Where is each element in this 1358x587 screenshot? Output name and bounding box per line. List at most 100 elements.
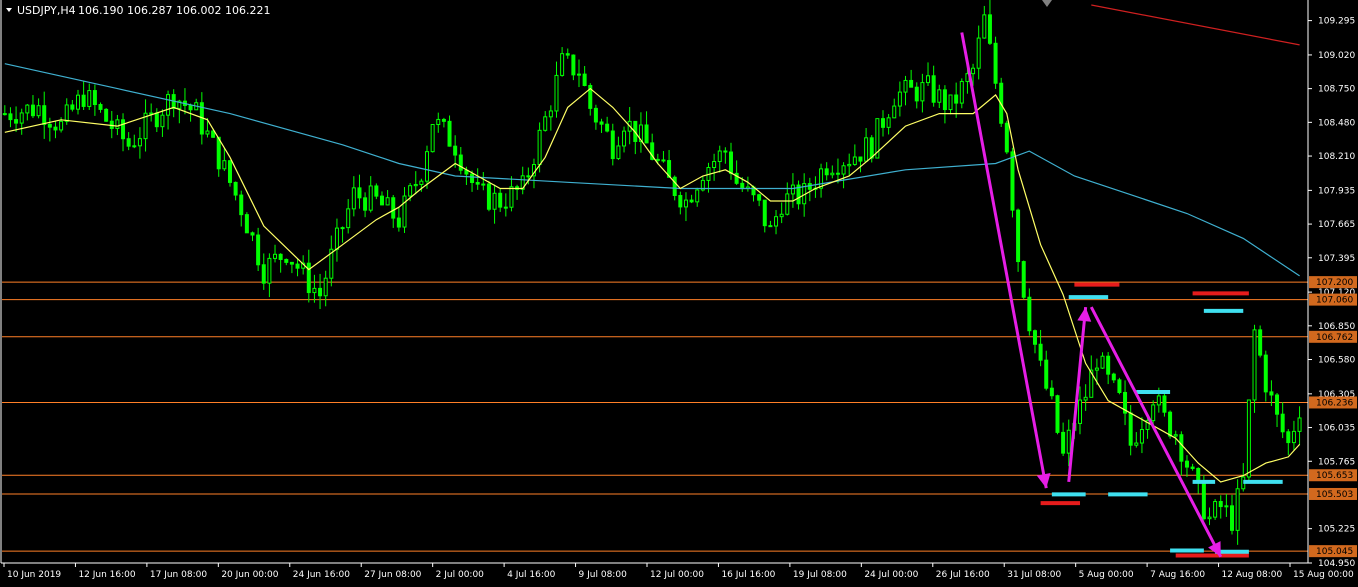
candle-body: [858, 156, 863, 162]
candle-body: [256, 234, 261, 266]
price-tick-label: 106.850: [1318, 322, 1355, 332]
candle-body: [357, 187, 362, 199]
candle-body: [137, 138, 142, 147]
candle-body: [1049, 387, 1054, 397]
candle-body: [425, 151, 430, 182]
candle-body: [30, 104, 35, 117]
candle-body: [774, 216, 779, 227]
candle-body: [363, 197, 368, 211]
candle-body: [261, 264, 266, 284]
candle-body: [582, 73, 587, 86]
candle-body: [458, 154, 463, 171]
price-tick-label: 106.580: [1318, 356, 1355, 366]
candle-body: [126, 138, 131, 147]
time-tick-label: 12 Jun 16:00: [78, 570, 135, 580]
candle-body: [993, 42, 998, 84]
candle-body: [1246, 399, 1251, 478]
price-tick-label: 107.665: [1318, 220, 1355, 230]
candle-body: [318, 287, 323, 297]
candle-body: [661, 159, 666, 162]
candle-body: [98, 104, 103, 110]
candle-body: [1291, 430, 1296, 444]
candle-body: [295, 263, 300, 269]
candle-body: [1213, 501, 1218, 518]
candle-body: [599, 121, 604, 125]
candle-body: [47, 123, 52, 128]
candle-body: [959, 80, 964, 104]
candle-body: [244, 214, 249, 234]
candle-body: [486, 183, 491, 210]
candle-body: [1078, 399, 1083, 424]
price-tick-label: 105.225: [1318, 525, 1355, 535]
chart-header: USDJPY,H4 106.190 106.287 106.002 106.22…: [6, 0, 1052, 17]
candle-body: [537, 129, 542, 166]
candle-body: [1066, 429, 1071, 454]
price-tick-label: 105.765: [1318, 457, 1355, 467]
candle-body: [1275, 394, 1280, 415]
candle-body: [1162, 395, 1167, 413]
candle-body: [920, 82, 925, 102]
candle-body: [81, 94, 86, 107]
candle-body: [470, 173, 475, 183]
candle-body: [926, 75, 931, 84]
candle-body: [644, 124, 649, 144]
candle-body: [87, 90, 92, 107]
time-tick-label: 4 Jul 16:00: [507, 570, 556, 580]
dropdown-triangle-icon[interactable]: [6, 8, 12, 12]
trend-arrow-line: [1089, 306, 1223, 558]
candle-body: [498, 192, 503, 208]
candle-body: [340, 227, 345, 230]
candle-body: [1106, 355, 1111, 375]
candle-body: [346, 208, 351, 229]
chart-title: USDJPY,H4: [17, 4, 76, 17]
shift-marker-icon[interactable]: [1042, 0, 1052, 7]
candle-body: [160, 114, 165, 128]
candle-body: [1010, 151, 1015, 211]
candle-body: [971, 67, 976, 75]
candles: [2, 0, 1302, 545]
candle-body: [672, 176, 677, 196]
price-tick-label: 107.395: [1318, 254, 1355, 264]
candle-body: [1258, 329, 1263, 356]
time-tick-label: 17 Jun 08:00: [150, 570, 207, 580]
candle-body: [14, 119, 19, 124]
candle-body: [847, 163, 852, 167]
candle-body: [441, 118, 446, 122]
candle-body: [205, 130, 210, 135]
time-tick-label: 31 Jul 08:00: [1007, 570, 1061, 580]
candle-body: [492, 192, 497, 210]
candle-body: [273, 253, 278, 259]
candle-body: [565, 53, 570, 56]
candle-body: [42, 105, 47, 125]
candle-body: [543, 116, 548, 131]
candle-body: [976, 37, 981, 69]
price-tick-label: 109.295: [1318, 17, 1355, 27]
price-level-label: 107.060: [1316, 296, 1353, 306]
candle-body: [655, 158, 660, 161]
candle-body: [678, 194, 683, 208]
candle-body: [982, 14, 987, 39]
candle-body: [1218, 501, 1223, 508]
candle-body: [841, 165, 846, 175]
candle-body: [379, 195, 384, 206]
candle-body: [830, 172, 835, 176]
candle-body: [548, 110, 553, 118]
candle-body: [897, 91, 902, 107]
time-tick-label: 24 Jul 00:00: [864, 570, 918, 580]
candle-body: [278, 253, 283, 260]
long-moving-average: [1091, 4, 1300, 46]
price-chart[interactable]: 109.295 109.020 108.750 108.480 108.210 107.9…: [0, 0, 1358, 587]
candle-body: [430, 123, 435, 153]
time-tick-label: 16 Jul 16:00: [721, 570, 775, 580]
candle-body: [1168, 411, 1173, 437]
candle-body: [216, 136, 221, 170]
candle-body: [790, 184, 795, 195]
price-level-label: 106.762: [1316, 333, 1353, 343]
price-level-label: 107.200: [1316, 278, 1353, 288]
candle-body: [1032, 330, 1037, 345]
candle-body: [1224, 505, 1229, 508]
candle-body: [154, 112, 159, 128]
candle-body: [92, 90, 97, 106]
arrowhead-icon: [1036, 473, 1051, 489]
candle-body: [2, 113, 7, 116]
